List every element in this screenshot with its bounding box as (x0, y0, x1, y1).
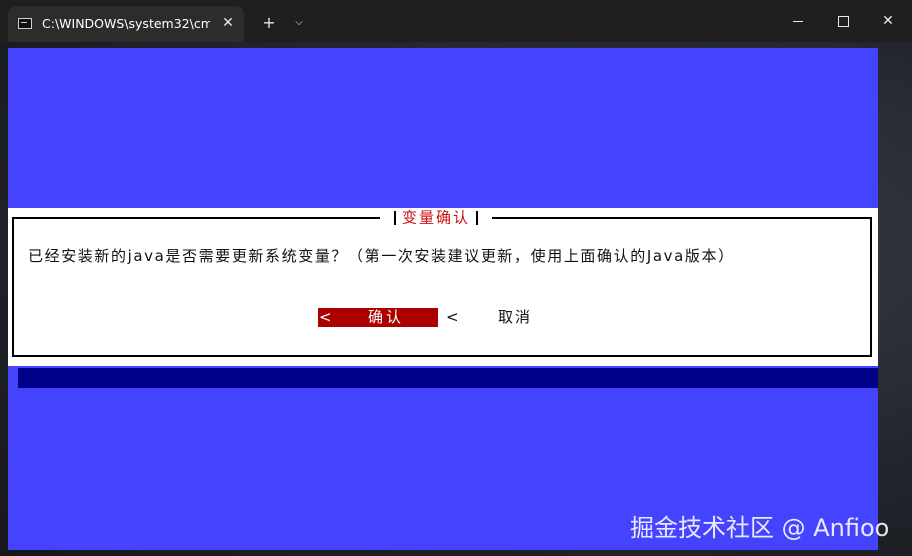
maximize-button[interactable] (821, 8, 865, 34)
tab-title: C:\WINDOWS\system32\cmd.e (42, 16, 210, 31)
minimize-icon (793, 20, 803, 22)
title-right-bar (476, 210, 479, 225)
confirm-button[interactable]: < 确认 (318, 308, 438, 327)
title-left-bar (394, 210, 396, 225)
confirm-button-bracket: < (319, 308, 332, 326)
dialog-title-area: 变量确认 (380, 208, 493, 227)
dialog-title: 变量确认 (402, 208, 471, 227)
confirm-button-label: 确认 (368, 308, 405, 326)
watermark: 掘金技术社区 @ Anfioo (630, 514, 890, 542)
cancel-button[interactable]: 取消 (498, 307, 532, 327)
title-bar: C:\WINDOWS\system32\cmd.e ✕ + ⌵ ✕ (0, 0, 912, 42)
minimize-button[interactable] (776, 8, 820, 34)
tab-close-icon[interactable]: ✕ (218, 13, 238, 33)
dialog-shadow (18, 368, 878, 388)
tab-dropdown-button[interactable]: ⌵ (288, 12, 310, 34)
confirm-button-tail: < (446, 308, 459, 326)
close-window-button[interactable]: ✕ (866, 8, 910, 34)
terminal-window: C:\WINDOWS\system32\cmd.e ✕ + ⌵ ✕ 变量确认 已… (0, 0, 912, 556)
terminal-area[interactable]: 变量确认 已经安装新的java是否需要更新系统变量？（第一次安装建议更新，使用上… (0, 42, 912, 556)
confirm-dialog: 变量确认 已经安装新的java是否需要更新系统变量？（第一次安装建议更新，使用上… (8, 208, 878, 366)
dialog-message: 已经安装新的java是否需要更新系统变量？（第一次安装建议更新，使用上面确认的J… (28, 247, 735, 265)
maximize-icon (837, 15, 849, 27)
cmd-icon (18, 18, 32, 29)
tab-cmd[interactable]: C:\WINDOWS\system32\cmd.e ✕ (8, 6, 244, 42)
dialog-frame (12, 217, 872, 357)
new-tab-button[interactable]: + (258, 12, 280, 34)
